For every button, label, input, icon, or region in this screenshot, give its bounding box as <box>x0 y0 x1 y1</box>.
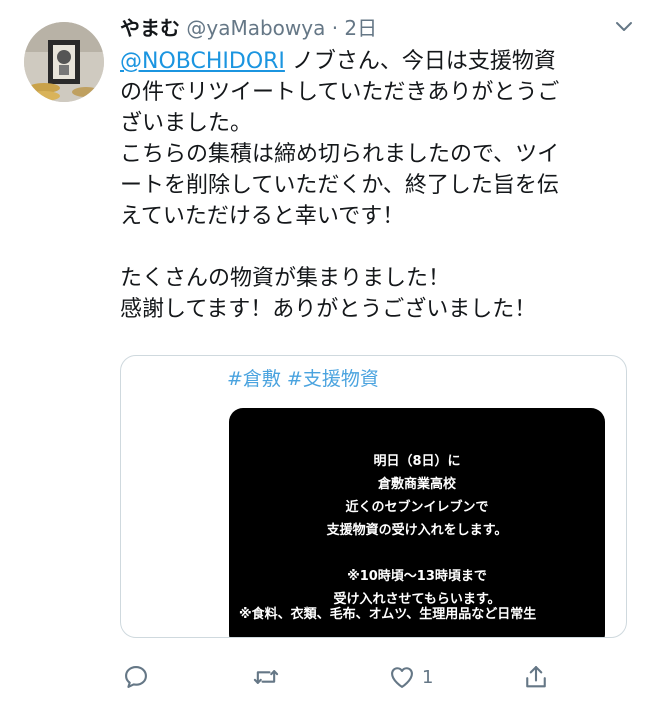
tweet-line: えていただけると幸いです！ <box>120 204 405 229</box>
tweet-line: の件でリツイートしていただきありがとうご <box>120 80 560 105</box>
tweet-line: たくさんの物資が集まりました！ <box>120 266 451 291</box>
image-line: 近くのセブンイレブンで <box>345 500 489 515</box>
tweet-line: こちらの集積は締め切られましたので、ツイ <box>120 142 560 167</box>
tweet-line: ノブさん、今日は支援物資 <box>291 49 556 74</box>
share-button[interactable] <box>522 657 550 697</box>
hashtag-link[interactable]: #倉敷 <box>227 368 281 390</box>
image-line-gap <box>229 542 605 565</box>
user-handle[interactable]: @yaMabowya <box>186 16 325 40</box>
avatar[interactable] <box>24 22 104 102</box>
tweet-timestamp[interactable]: 2日 <box>344 16 377 40</box>
image-line: 倉敷商業高校 <box>377 477 456 492</box>
separator-dot: · <box>331 16 339 40</box>
tweet-line: 感謝してます！ありがとうございました！ <box>120 297 537 322</box>
avatar-image <box>24 22 104 102</box>
mention-link[interactable]: @NOBCHIDORI <box>120 49 285 74</box>
heart-icon <box>391 667 413 688</box>
hashtag-link[interactable]: #支援物資 <box>287 368 379 390</box>
tweet-header: やまむ @yaMabowya · 2日 <box>120 14 377 42</box>
reply-icon <box>125 666 147 688</box>
image-line: 明日（8日）に <box>373 454 461 469</box>
image-cut-line: ※食料、衣類、毛布、オムツ、生理用品など日常生 <box>239 607 537 622</box>
reply-button[interactable] <box>122 657 150 697</box>
like-count: 1 <box>422 666 434 688</box>
image-text: 明日（8日）に 倉敷商業高校 近くのセブンイレブンで 支援物資の受け入れをします… <box>229 450 605 611</box>
hashtag-row: #倉敷 #支援物資 <box>227 364 385 391</box>
tweet-text: @NOBCHIDORI ノブさん、今日は支援物資 の件でリツイートしていただきあ… <box>120 46 620 325</box>
quoted-tweet-card[interactable]: #倉敷 #支援物資 明日（8日）に 倉敷商業高校 近くのセブンイレブンで 支援物資… <box>120 355 627 638</box>
tweet-line: ざいました。 <box>120 111 253 136</box>
share-icon <box>526 666 546 688</box>
retweet-button[interactable] <box>252 657 280 697</box>
tweet-line: ートを削除していただくか、終了した旨を伝 <box>120 173 559 198</box>
quoted-image[interactable]: 明日（8日）に 倉敷商業高校 近くのセブンイレブンで 支援物資の受け入れをします… <box>229 408 605 637</box>
like-button[interactable]: 1 <box>388 657 433 697</box>
image-line: 支援物資の受け入れをします。 <box>326 523 508 538</box>
chevron-down-icon[interactable] <box>612 14 636 38</box>
retweet-icon <box>253 670 279 684</box>
image-line: ※10時頃〜13時頃まで <box>347 569 487 584</box>
display-name[interactable]: やまむ <box>120 16 180 40</box>
tweet-actions: 1 <box>120 657 645 697</box>
